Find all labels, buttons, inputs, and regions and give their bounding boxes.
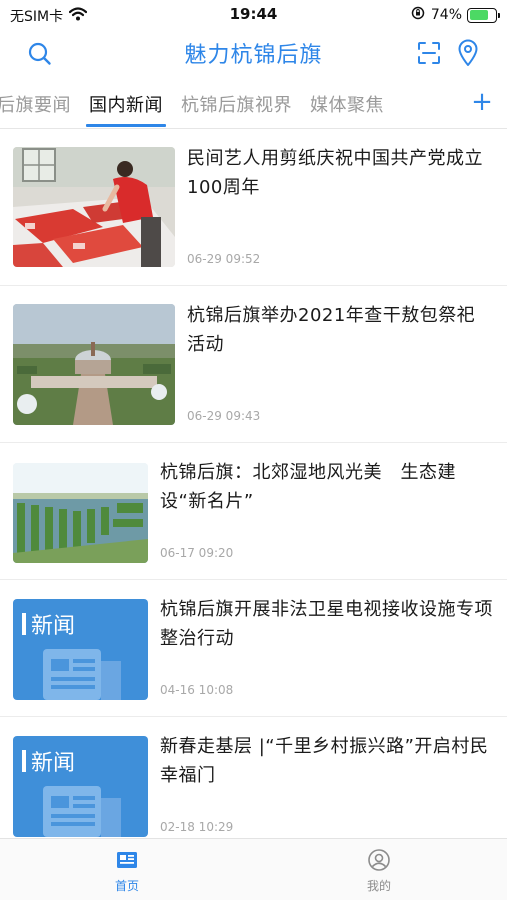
news-item[interactable]: 杭锦后旗：北郊湿地风光美 生态建设“新名片” 06-17 09:20 xyxy=(0,443,507,580)
news-date: 06-17 09:20 xyxy=(160,546,234,560)
orientation-lock-icon xyxy=(411,6,425,24)
nav-home-label: 首页 xyxy=(114,879,139,893)
news-title[interactable]: 杭锦后旗开展非法卫星电视接收设施专项整治行动 xyxy=(160,595,493,653)
news-title[interactable]: 新春走基层 |“千里乡村振兴路”开启村民幸福门 xyxy=(160,732,493,790)
news-date: 06-29 09:52 xyxy=(187,252,261,266)
scan-icon[interactable] xyxy=(417,41,441,65)
svg-text:新闻: 新闻 xyxy=(31,614,75,639)
news-item[interactable]: 民间艺人用剪纸庆祝中国共产党成立100周年 06-29 09:52 xyxy=(0,130,507,286)
newspaper-icon xyxy=(115,848,139,872)
aobao-photo xyxy=(13,304,175,425)
bottom-nav: 首页 我的 xyxy=(0,838,507,900)
location-pin-icon[interactable] xyxy=(457,39,479,67)
news-placeholder-image: 新闻 xyxy=(13,599,148,700)
status-right: 74% xyxy=(411,6,500,24)
svg-text:新闻: 新闻 xyxy=(31,751,75,776)
category-tabs: 后旗要闻 国内新闻 杭锦后旗视界 媒体聚焦 + xyxy=(0,79,507,129)
tab-domestic-news[interactable]: 国内新闻 xyxy=(80,79,172,127)
papercut-photo xyxy=(13,147,175,267)
news-placeholder-image: 新闻 xyxy=(13,736,148,837)
nav-mine-label: 我的 xyxy=(366,879,391,893)
news-title[interactable]: 杭锦后旗：北郊湿地风光美 生态建设“新名片” xyxy=(160,458,493,516)
news-item[interactable]: 新闻 杭锦后旗开展非法卫星电视接收设施专项整治行动 04-16 10:08 xyxy=(0,580,507,717)
news-item[interactable]: 新闻 新春走基层 |“千里乡村振兴路”开启村民幸福门 02-18 10:29 xyxy=(0,717,507,838)
news-title[interactable]: 杭锦后旗举办2021年查干敖包祭祀活动 xyxy=(187,301,493,359)
news-date: 04-16 10:08 xyxy=(160,683,234,697)
news-date: 06-29 09:43 xyxy=(187,409,261,423)
add-tab-button[interactable]: + xyxy=(457,79,507,127)
news-title[interactable]: 民间艺人用剪纸庆祝中国共产党成立100周年 xyxy=(187,144,493,202)
news-date: 02-18 10:29 xyxy=(160,820,234,834)
tab-hangjin-view[interactable]: 杭锦后旗视界 xyxy=(172,79,301,127)
status-bar: 无SIM卡 19:44 74% xyxy=(0,0,507,30)
nav-mine[interactable]: 我的 xyxy=(319,839,439,900)
battery-percent: 74% xyxy=(430,7,462,23)
news-item[interactable]: 杭锦后旗举办2021年查干敖包祭祀活动 06-29 09:43 xyxy=(0,286,507,443)
app-header: 魅力杭锦后旗 xyxy=(0,30,507,76)
wetland-photo xyxy=(13,463,148,563)
tab-media-focus[interactable]: 媒体聚焦 xyxy=(301,79,393,127)
nav-home[interactable]: 首页 xyxy=(67,839,187,900)
battery-icon xyxy=(467,7,500,23)
news-list: 民间艺人用剪纸庆祝中国共产党成立100周年 06-29 09:52 杭锦后旗举办… xyxy=(0,130,507,838)
tab-local-news[interactable]: 后旗要闻 xyxy=(0,79,80,127)
user-icon xyxy=(367,848,391,872)
